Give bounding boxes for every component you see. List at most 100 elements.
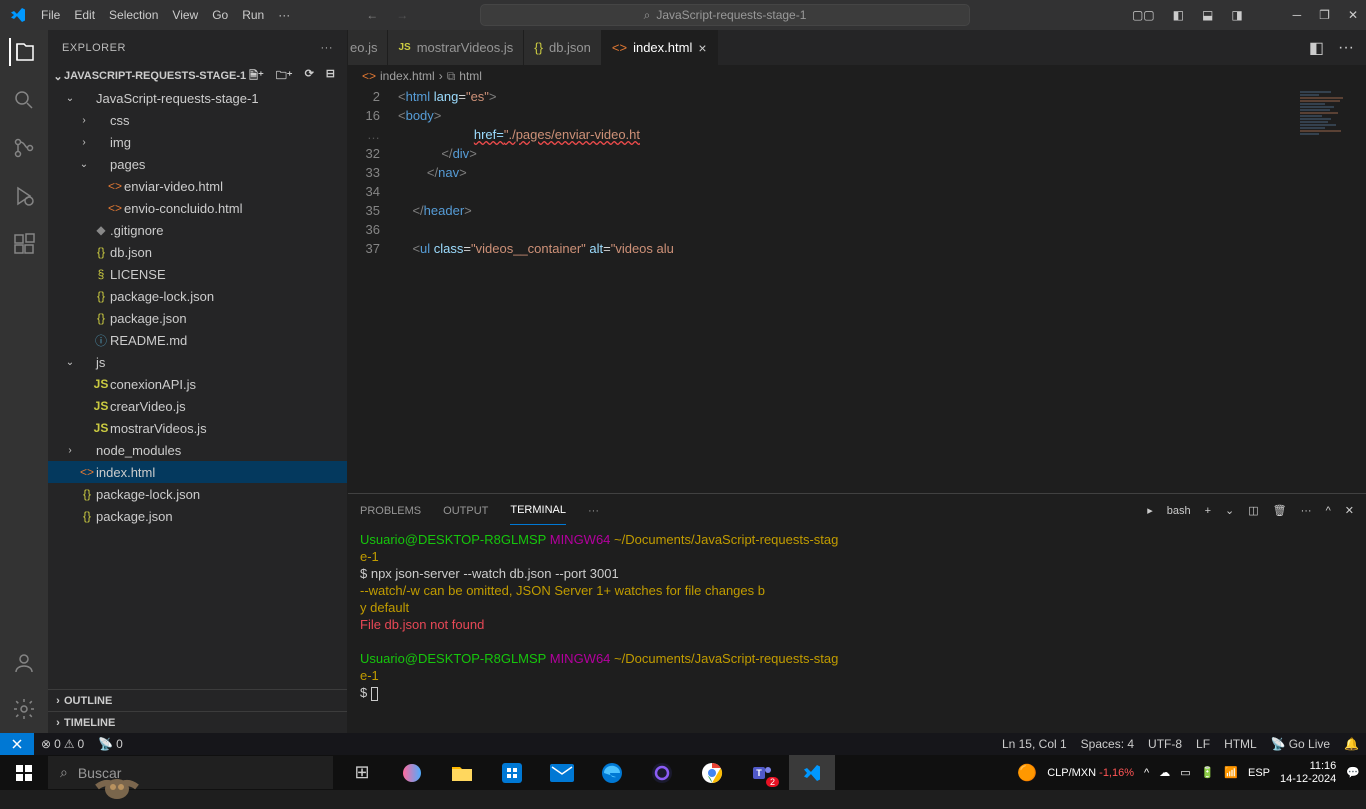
layout-icon[interactable]: ▢▢ <box>1132 8 1155 22</box>
panel-left-icon[interactable]: ◧ <box>1173 8 1184 22</box>
refresh-icon[interactable]: ⟳ <box>305 67 314 86</box>
panel-close-icon[interactable]: ✕ <box>1345 496 1354 525</box>
panel-tab-output[interactable]: OUTPUT <box>443 497 488 525</box>
account-icon[interactable] <box>10 649 38 677</box>
tray-clock[interactable]: 11:1614-12-2024 <box>1280 760 1336 786</box>
panel-maximize-icon[interactable]: ^ <box>1326 497 1331 525</box>
debug-icon[interactable] <box>10 182 38 210</box>
menu-view[interactable]: View <box>166 4 204 26</box>
file-tree-item[interactable]: {}package.json <box>48 307 347 329</box>
menu-run[interactable]: Run <box>236 4 270 26</box>
folder-header[interactable]: ⌄ JAVASCRIPT-REQUESTS-STAGE-1 🗎⁺ 🗀⁺ ⟳ ⊟ <box>48 65 347 87</box>
file-tree-item[interactable]: <>enviar-video.html <box>48 175 347 197</box>
terminal-split-icon[interactable]: ◫ <box>1248 496 1258 525</box>
explorer-icon[interactable] <box>9 38 37 66</box>
tray-currency-icon[interactable]: 🟠 <box>1017 763 1037 783</box>
tab-index-html[interactable]: <>index.html× <box>602 30 718 65</box>
file-tree-item[interactable]: ›node_modules <box>48 439 347 461</box>
panel-more-icon[interactable]: ··· <box>588 497 599 525</box>
file-tree-item[interactable]: ⌄JavaScript-requests-stage-1 <box>48 87 347 109</box>
status-encoding[interactable]: UTF-8 <box>1141 737 1189 751</box>
file-tree-item[interactable]: JScrearVideo.js <box>48 395 347 417</box>
timeline-section[interactable]: ›TIMELINE <box>48 711 347 733</box>
source-control-icon[interactable] <box>10 134 38 162</box>
taskview-icon[interactable]: ⊞ <box>339 755 385 790</box>
extensions-icon[interactable] <box>10 230 38 258</box>
menu-edit[interactable]: Edit <box>68 4 101 26</box>
menu-more-icon[interactable]: ··· <box>272 4 296 26</box>
edge-icon[interactable] <box>589 755 635 790</box>
new-file-icon[interactable]: 🗎⁺ <box>249 67 264 86</box>
status-eol[interactable]: LF <box>1189 737 1217 751</box>
clipchamp-icon[interactable] <box>639 755 685 790</box>
file-tree-item[interactable]: {}package-lock.json <box>48 285 347 307</box>
terminal-more-icon[interactable]: ··· <box>1301 497 1312 525</box>
new-folder-icon[interactable]: 🗀⁺ <box>276 67 293 86</box>
panel-right-icon[interactable]: ◨ <box>1231 8 1242 22</box>
status-port[interactable]: 📡0 <box>91 737 130 751</box>
file-tree-item[interactable]: JSmostrarVideos.js <box>48 417 347 439</box>
panel-tab-problems[interactable]: PROBLEMS <box>360 497 421 525</box>
status-cursor-pos[interactable]: Ln 15, Col 1 <box>995 737 1074 751</box>
terminal-new-icon[interactable]: + <box>1205 497 1211 525</box>
status-language[interactable]: HTML <box>1217 737 1264 751</box>
file-tree-item[interactable]: {}package-lock.json <box>48 483 347 505</box>
file-tree-item[interactable]: <>envio-concluido.html <box>48 197 347 219</box>
file-tree-item[interactable]: JSconexionAPI.js <box>48 373 347 395</box>
command-center[interactable]: ⌕ JavaScript-requests-stage-1 <box>480 4 970 26</box>
file-tree-item[interactable]: {}package.json <box>48 505 347 527</box>
tray-expand-icon[interactable]: ^ <box>1144 767 1149 779</box>
terminal-dropdown-icon[interactable]: ⌄ <box>1225 496 1234 525</box>
tab-mostrar-videos[interactable]: JSmostrarVideos.js <box>388 30 524 65</box>
file-tree-item[interactable]: ⓘREADME.md <box>48 329 347 351</box>
teams-icon[interactable]: T2 <box>739 755 785 790</box>
status-errors[interactable]: ⊗0⚠0 <box>34 737 91 751</box>
file-tree-item[interactable]: ⌄js <box>48 351 347 373</box>
remote-indicator[interactable] <box>0 733 34 755</box>
menu-file[interactable]: File <box>35 4 66 26</box>
copilot-icon[interactable] <box>389 755 435 790</box>
close-window-icon[interactable]: ✕ <box>1348 8 1358 22</box>
close-tab-icon[interactable]: × <box>698 40 706 56</box>
file-tree-item[interactable]: {}db.json <box>48 241 347 263</box>
tray-lang[interactable]: ESP <box>1248 767 1270 779</box>
taskbar-search[interactable]: ⌕ Buscar <box>48 756 333 789</box>
panel-tab-terminal[interactable]: TERMINAL <box>510 496 566 525</box>
tray-currency[interactable]: CLP/MXN -1,16% <box>1047 767 1134 779</box>
nav-forward-icon[interactable]: → <box>396 8 408 22</box>
minimize-icon[interactable]: ─ <box>1293 8 1302 22</box>
status-spaces[interactable]: Spaces: 4 <box>1074 737 1141 751</box>
breadcrumb[interactable]: <>index.html › ⧉html <box>348 65 1366 87</box>
search-icon[interactable] <box>10 86 38 114</box>
ms-store-icon[interactable] <box>489 755 535 790</box>
file-tree-item[interactable]: <>index.html <box>48 461 347 483</box>
code-editor[interactable]: 216… 323334 353637 <html lang="es"> <bod… <box>348 87 1366 493</box>
editor-more-icon[interactable]: ··· <box>1338 39 1354 57</box>
minimap[interactable] <box>1296 87 1366 493</box>
file-explorer-icon[interactable] <box>439 755 485 790</box>
terminal-content[interactable]: Usuario@DESKTOP-R8GLMSP MINGW64 ~/Docume… <box>348 527 1366 733</box>
outline-section[interactable]: ›OUTLINE <box>48 689 347 711</box>
file-tree-item[interactable]: ›img <box>48 131 347 153</box>
file-tree-item[interactable]: ⌄pages <box>48 153 347 175</box>
code-content[interactable]: <html lang="es"> <body> href="./pages/en… <box>398 87 1366 493</box>
explorer-more-icon[interactable]: ··· <box>321 42 334 54</box>
mail-icon[interactable] <box>539 755 585 790</box>
vscode-app-icon[interactable] <box>789 755 835 790</box>
status-bell-icon[interactable]: 🔔 <box>1337 737 1366 751</box>
menu-go[interactable]: Go <box>206 4 234 26</box>
file-tree-item[interactable]: ›css <box>48 109 347 131</box>
start-button[interactable] <box>0 755 48 790</box>
terminal-shell-icon[interactable]: ▸ <box>1147 496 1153 525</box>
status-golive[interactable]: 📡Go Live <box>1264 737 1337 751</box>
tab-db-json[interactable]: {}db.json <box>524 30 602 65</box>
file-tree-item[interactable]: §LICENSE <box>48 263 347 285</box>
menu-selection[interactable]: Selection <box>103 4 164 26</box>
nav-back-icon[interactable]: ← <box>366 8 378 22</box>
chrome-icon[interactable] <box>689 755 735 790</box>
file-tree-item[interactable]: ◆.gitignore <box>48 219 347 241</box>
collapse-icon[interactable]: ⊟ <box>326 67 335 86</box>
tab-eo-js[interactable]: eo.js <box>348 30 388 65</box>
terminal-kill-icon[interactable]: 🗑 <box>1273 496 1287 525</box>
panel-bottom-icon[interactable]: ⬓ <box>1202 8 1213 22</box>
